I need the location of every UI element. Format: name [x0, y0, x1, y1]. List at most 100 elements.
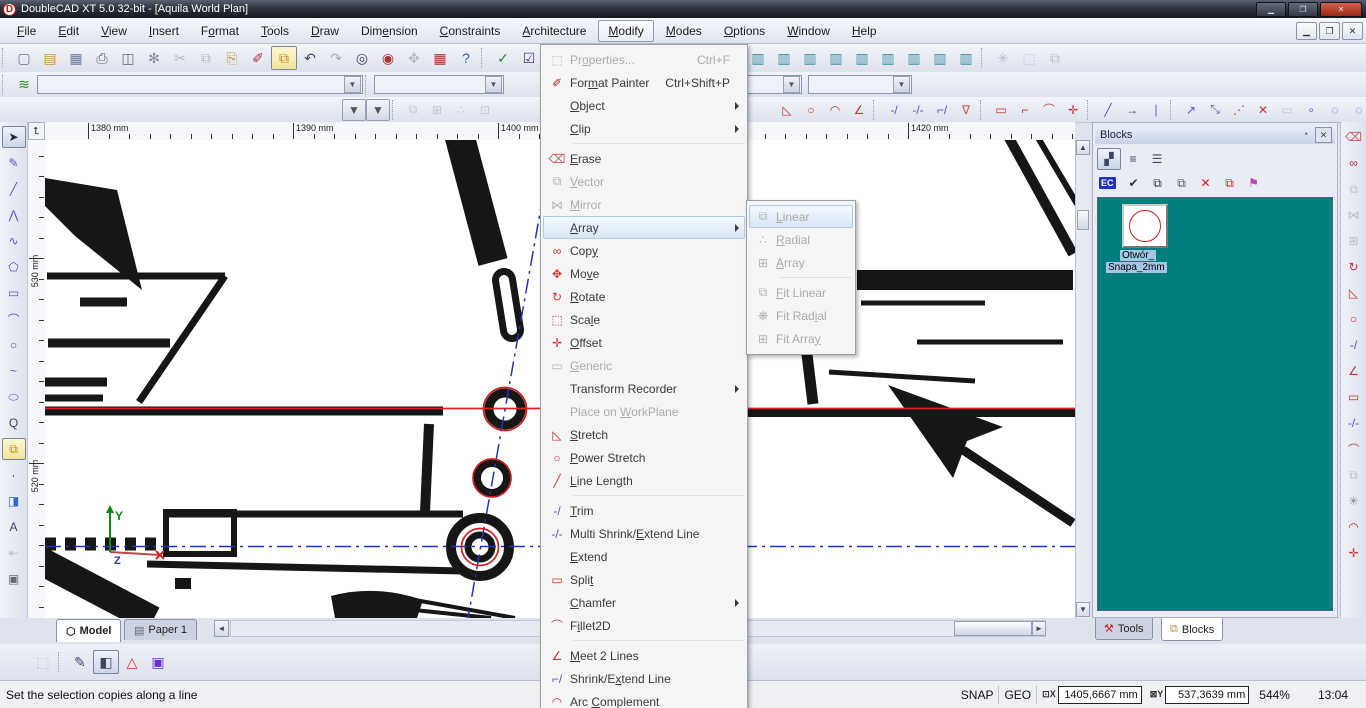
stretch-icon[interactable]: ◺	[775, 99, 799, 121]
menu-item-extend[interactable]: Extend	[543, 545, 745, 568]
select-tool-icon[interactable]: ➤	[2, 126, 26, 148]
mdi-restore-button[interactable]: ❐	[1319, 22, 1340, 40]
panel-pin-icon[interactable]: ◔	[1298, 127, 1313, 141]
menu-item-fit-array[interactable]: ⊞Fit Array	[749, 327, 853, 350]
fillet-tool-icon[interactable]: ⌒	[1342, 438, 1366, 460]
view-cube-iso-ne-icon[interactable]: ▥	[927, 46, 953, 70]
shrink-extend-icon[interactable]: ⌐/	[930, 99, 954, 121]
select-group-icon[interactable]: ⬚	[1016, 46, 1042, 70]
vertical-scrollbar[interactable]: ▲ ▼	[1075, 140, 1090, 618]
x-coordinate-field[interactable]: 1405,6667 mm	[1058, 686, 1142, 704]
menu-item-shrink-extend-line[interactable]: ⌐/Shrink/Extend Line	[543, 667, 745, 690]
trim-tool-icon[interactable]: -/	[1342, 334, 1366, 356]
menu-item-erase[interactable]: ⌫Erase	[543, 147, 745, 170]
line-tool-icon[interactable]: ╱	[2, 178, 26, 200]
style-combo-dropdown[interactable]: ▼	[485, 76, 502, 93]
print-icon[interactable]: ⎙	[89, 46, 115, 70]
text-tool-icon[interactable]: A	[2, 516, 26, 538]
mirror-tool-icon[interactable]: ⋈	[1342, 204, 1366, 226]
offset-icon[interactable]: ✛	[1061, 99, 1085, 121]
angle-edit-icon[interactable]: ∠	[847, 99, 871, 121]
view-cube-top-icon[interactable]: ▥	[745, 46, 771, 70]
menu-modify[interactable]: Modify	[598, 20, 653, 42]
view-cube-front-icon[interactable]: ▥	[771, 46, 797, 70]
menu-item-properties[interactable]: ⬚Properties...Ctrl+F	[543, 48, 745, 71]
arc-edit-icon[interactable]: ◠	[823, 99, 847, 121]
arc-complement-tool-icon[interactable]: ◠	[1342, 516, 1366, 538]
new-file-icon[interactable]: ▢	[11, 46, 37, 70]
block-name-line1[interactable]: Otwór_	[1120, 250, 1156, 261]
multi-shrink-tool-icon[interactable]: -/-	[1342, 412, 1366, 434]
model-space-toggle-icon[interactable]: ◧	[93, 650, 119, 674]
power-stretch-tool-icon[interactable]: ○	[1342, 308, 1366, 330]
image-tool-icon[interactable]: ▣	[2, 568, 26, 590]
meet-2-lines-tool-icon[interactable]: ∠	[1342, 360, 1366, 382]
menu-item-chamfer[interactable]: Chamfer	[543, 591, 745, 614]
style-combo[interactable]: ▼	[374, 75, 504, 94]
menu-item-radial[interactable]: ∴Radial	[749, 228, 853, 251]
menu-item-clip[interactable]: Clip	[543, 117, 745, 140]
panel-close-icon[interactable]: ✕	[1315, 127, 1332, 143]
explode-tool-icon[interactable]: ✳	[1342, 490, 1366, 512]
menu-item-trim[interactable]: -/Trim	[543, 499, 745, 522]
menu-architecture[interactable]: Architecture	[512, 20, 596, 42]
menu-item-meet-2-lines[interactable]: ∠Meet 2 Lines	[543, 644, 745, 667]
menu-item-format-painter[interactable]: ✐Format PainterCtrl+Shift+P	[543, 71, 745, 94]
offset-tool-icon[interactable]: ✛	[1342, 542, 1366, 564]
snap-arrow-icon[interactable]: →	[1120, 99, 1144, 121]
layer-combo-dropdown[interactable]: ▼	[344, 76, 361, 93]
menu-options[interactable]: Options	[714, 20, 775, 42]
rectangle-tool-icon[interactable]: ▭	[2, 282, 26, 304]
menu-view[interactable]: View	[91, 20, 137, 42]
save-icon[interactable]: ▦	[63, 46, 89, 70]
scroll-down-button[interactable]: ▼	[1076, 602, 1090, 617]
hscroll-thumb[interactable]	[954, 621, 1032, 636]
menu-item-array[interactable]: ⊞Array	[749, 251, 853, 274]
menu-item-power-stretch[interactable]: ○Power Stretch	[543, 446, 745, 469]
hatch-tool-icon[interactable]: ◨	[2, 490, 26, 512]
power-stretch-icon[interactable]: ○	[799, 99, 823, 121]
window-validate-icon[interactable]: ☑	[516, 46, 542, 70]
dimension-tool-icon[interactable]: ⇤	[2, 542, 26, 564]
arc-tool-icon[interactable]: ⌒	[2, 308, 26, 330]
snap-middle-icon[interactable]: ⋰	[1227, 99, 1251, 121]
copy-icon[interactable]: ⧉	[193, 46, 219, 70]
cut-icon[interactable]: ✂	[167, 46, 193, 70]
array-radial-icon[interactable]: ∴	[449, 99, 473, 121]
spell-check-icon[interactable]: ✓	[490, 46, 516, 70]
print-preview-icon[interactable]: ◫	[115, 46, 141, 70]
split-icon[interactable]: ▭	[989, 99, 1013, 121]
menu-item-fit-radial[interactable]: ❋Fit Radial	[749, 304, 853, 327]
multi-trim-icon[interactable]: -/-	[906, 99, 930, 121]
fillet-icon[interactable]: ⌒	[1037, 99, 1061, 121]
bp-copy-button[interactable]: ⧉	[1146, 172, 1170, 194]
menu-insert[interactable]: Insert	[139, 20, 189, 42]
snap-geo-icon[interactable]: ▭	[1275, 99, 1299, 121]
erase-tool-icon[interactable]: ⌫	[1342, 126, 1366, 148]
chamfer-icon[interactable]: ⌐	[1013, 99, 1037, 121]
vscroll-thumb[interactable]	[1077, 210, 1089, 230]
point-tool-icon[interactable]: ·	[2, 464, 26, 486]
calculator-icon[interactable]: ▦	[427, 46, 453, 70]
y-coordinate-field[interactable]: 537,3639 mm	[1165, 686, 1249, 704]
scroll-right-button[interactable]: ►	[1032, 621, 1046, 636]
view-cube-iso-se-icon[interactable]: ▥	[875, 46, 901, 70]
block-thumbnail[interactable]	[1122, 204, 1168, 248]
maximize-button[interactable]: ❐	[1288, 2, 1318, 17]
view-cube-back-icon[interactable]: ▥	[849, 46, 875, 70]
menu-item-array[interactable]: Array	[543, 216, 745, 239]
bp-edit-content-button[interactable]: EC	[1099, 177, 1116, 189]
menu-item-offset[interactable]: ✛Offset	[543, 331, 745, 354]
stretch-tool-icon[interactable]: ◺	[1342, 282, 1366, 304]
ellipse-tool-icon[interactable]: ⬭	[2, 386, 26, 408]
menu-file[interactable]: File	[7, 20, 46, 42]
copy-objects-tool-icon[interactable]: ⧉	[1342, 464, 1366, 486]
trim-icon[interactable]: -/	[882, 99, 906, 121]
snap-toggle[interactable]: SNAP	[961, 688, 994, 702]
snap-free-icon[interactable]: ↗	[1179, 99, 1203, 121]
bp-view-list-button[interactable]: ≡	[1121, 148, 1145, 170]
layer-combo[interactable]: ▼	[37, 75, 363, 94]
undo-icon[interactable]: ↶	[297, 46, 323, 70]
snap-line-icon[interactable]: ╱	[1096, 99, 1120, 121]
view-cube-iso-sw-icon[interactable]: ▥	[901, 46, 927, 70]
